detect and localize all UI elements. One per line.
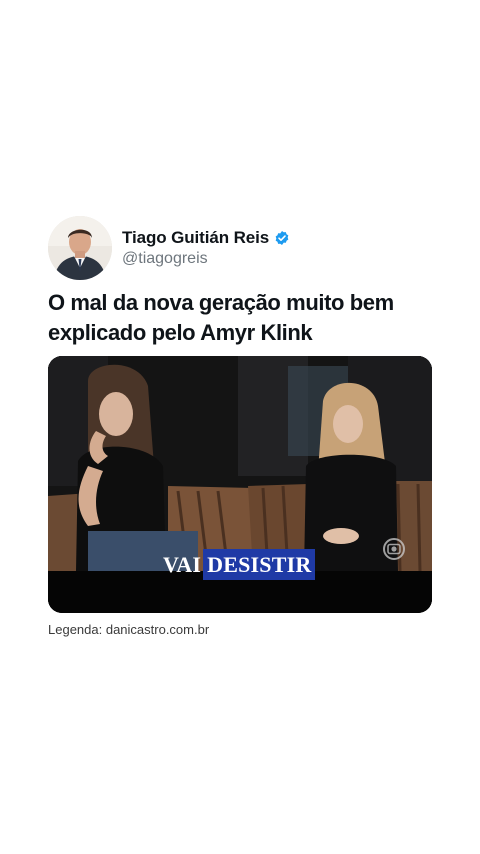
- globo-logo-icon: [383, 538, 405, 560]
- avatar[interactable]: [48, 216, 112, 280]
- legend-caption: Legenda: danicastro.com.br: [48, 622, 210, 637]
- name-row: Tiago Guitián Reis: [122, 228, 290, 248]
- caption-word-vai: VAI: [163, 552, 202, 577]
- video-caption: VAI DESISTIR: [161, 549, 316, 580]
- verified-badge-icon: [274, 230, 290, 246]
- tweet-header: Tiago Guitián Reis @tiagogreis: [48, 216, 290, 280]
- author-handle[interactable]: @tiagogreis: [122, 250, 290, 268]
- tweet-media-video[interactable]: VAI DESISTIR: [48, 356, 432, 613]
- author-display-name[interactable]: Tiago Guitián Reis: [122, 228, 269, 248]
- tweet-text: O mal da nova geração muito bem explicad…: [48, 290, 394, 345]
- caption-word-desistir: DESISTIR: [203, 549, 316, 580]
- avatar-photo: [48, 216, 112, 280]
- tweet-screenshot-page: Tiago Guitián Reis @tiagogreis O mal da …: [0, 0, 480, 854]
- author-block: Tiago Guitián Reis @tiagogreis: [122, 228, 290, 268]
